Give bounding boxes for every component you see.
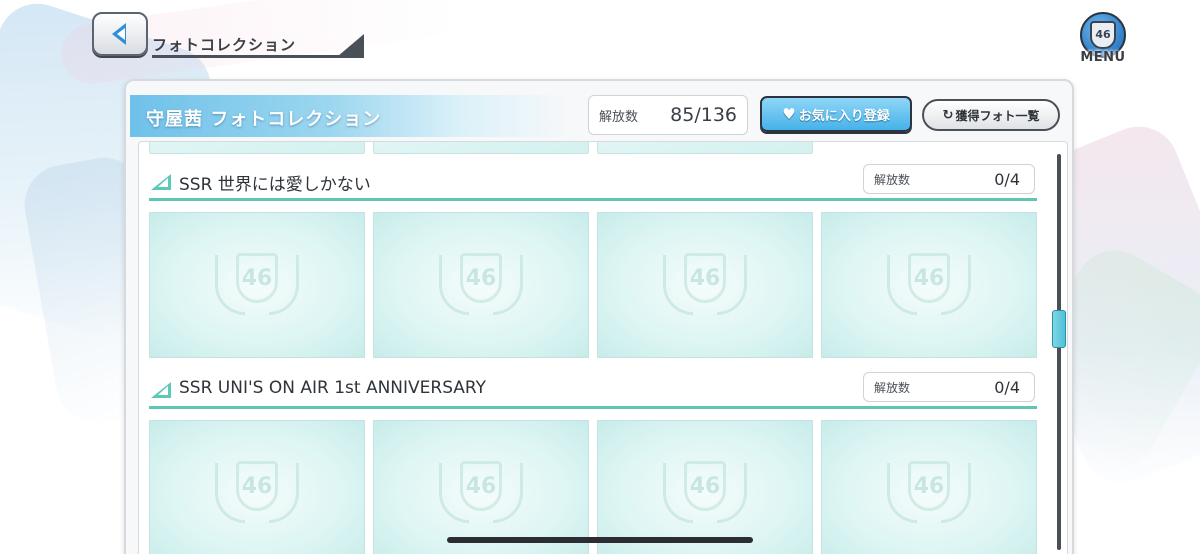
photo-card-previous[interactable] [597,142,813,154]
total-unlock-label: 解放数 [599,109,639,125]
photo-card-locked[interactable]: 46 [821,212,1037,358]
scrollbar-track[interactable] [1057,154,1061,550]
section-unlock-label: 解放数 [874,380,911,395]
crest-46-icon: 46 [881,247,977,323]
acquired-photo-list-label: 獲得フォト一覧 [955,108,1040,123]
section-title: SSR UNI'S ON AIR 1st ANNIVERSARY [179,378,487,398]
photo-card-locked[interactable]: 46 [597,212,813,358]
total-unlock-counter: 解放数 85/136 [588,95,748,135]
back-button[interactable] [92,12,148,56]
title-underline [152,55,364,58]
crest-46-icon: 46 [657,247,753,323]
crest-46-icon: 46 [209,455,305,531]
photo-card-locked[interactable]: 46 [149,212,365,358]
section-unlock-value: 0/4 [994,377,1020,397]
section-marker-icon [151,382,171,398]
title-corner-decoration [338,34,364,56]
crest-46-icon: 46 [433,455,529,531]
section-title: SSR 世界には愛しかない [179,175,371,195]
photo-card-locked[interactable]: 46 [373,420,589,554]
section-divider [149,198,1037,201]
home-indicator[interactable] [447,537,753,543]
photo-card-previous[interactable] [149,142,365,154]
card-row: 46 46 46 46 [149,420,1037,554]
section-unlock-counter: 解放数 0/4 [863,372,1035,402]
chevron-left-icon [112,23,126,45]
crest-46-icon: 46 [433,247,529,323]
section-marker-icon [151,174,171,190]
section-unlock-label: 解放数 [874,172,911,187]
heart-icon: ♥ [782,105,796,123]
section-header: SSR UNI'S ON AIR 1st ANNIVERSARY 解放数 0/4 [149,372,1037,412]
section-divider [149,406,1037,409]
section-unlock-counter: 解放数 0/4 [863,164,1035,194]
menu-button[interactable]: 46 MENU [1074,12,1132,70]
section-unlock-value: 0/4 [994,169,1020,189]
photo-card-previous[interactable] [373,142,589,154]
photo-card-locked[interactable]: 46 [149,420,365,554]
page-title: フォトコレクション [152,36,297,54]
crest-46-icon: 46 [657,455,753,531]
scrollbar-thumb[interactable] [1052,310,1066,348]
photo-card-locked[interactable]: 46 [821,420,1037,554]
crest-46-icon: 46 [209,247,305,323]
photo-card-locked[interactable]: 46 [373,212,589,358]
card-row: 46 46 46 46 [149,212,1037,358]
photo-list-scroll-area[interactable]: SSR 世界には愛しかない 解放数 0/4 46 46 46 46 SSR UN… [138,141,1068,554]
photo-collection-panel: 守屋茜 フォトコレクション 解放数 85/136 ♥ お気に入り登録 ↻ 獲得フ… [124,79,1074,554]
photo-list-icon: ↻ [942,107,954,123]
acquired-photo-list-button[interactable]: ↻ 獲得フォト一覧 [922,99,1060,131]
section-header: SSR 世界には愛しかない 解放数 0/4 [149,164,1037,204]
photo-card-locked[interactable]: 46 [597,420,813,554]
favorite-register-button[interactable]: ♥ お気に入り登録 [760,96,912,132]
total-unlock-value: 85/136 [670,104,737,126]
panel-title: 守屋茜 フォトコレクション [146,109,382,130]
crest-46-icon: 46 [881,455,977,531]
favorite-register-label: お気に入り登録 [798,108,890,124]
menu-label: MENU [1080,50,1126,65]
menu-badge: 46 [1090,21,1116,49]
